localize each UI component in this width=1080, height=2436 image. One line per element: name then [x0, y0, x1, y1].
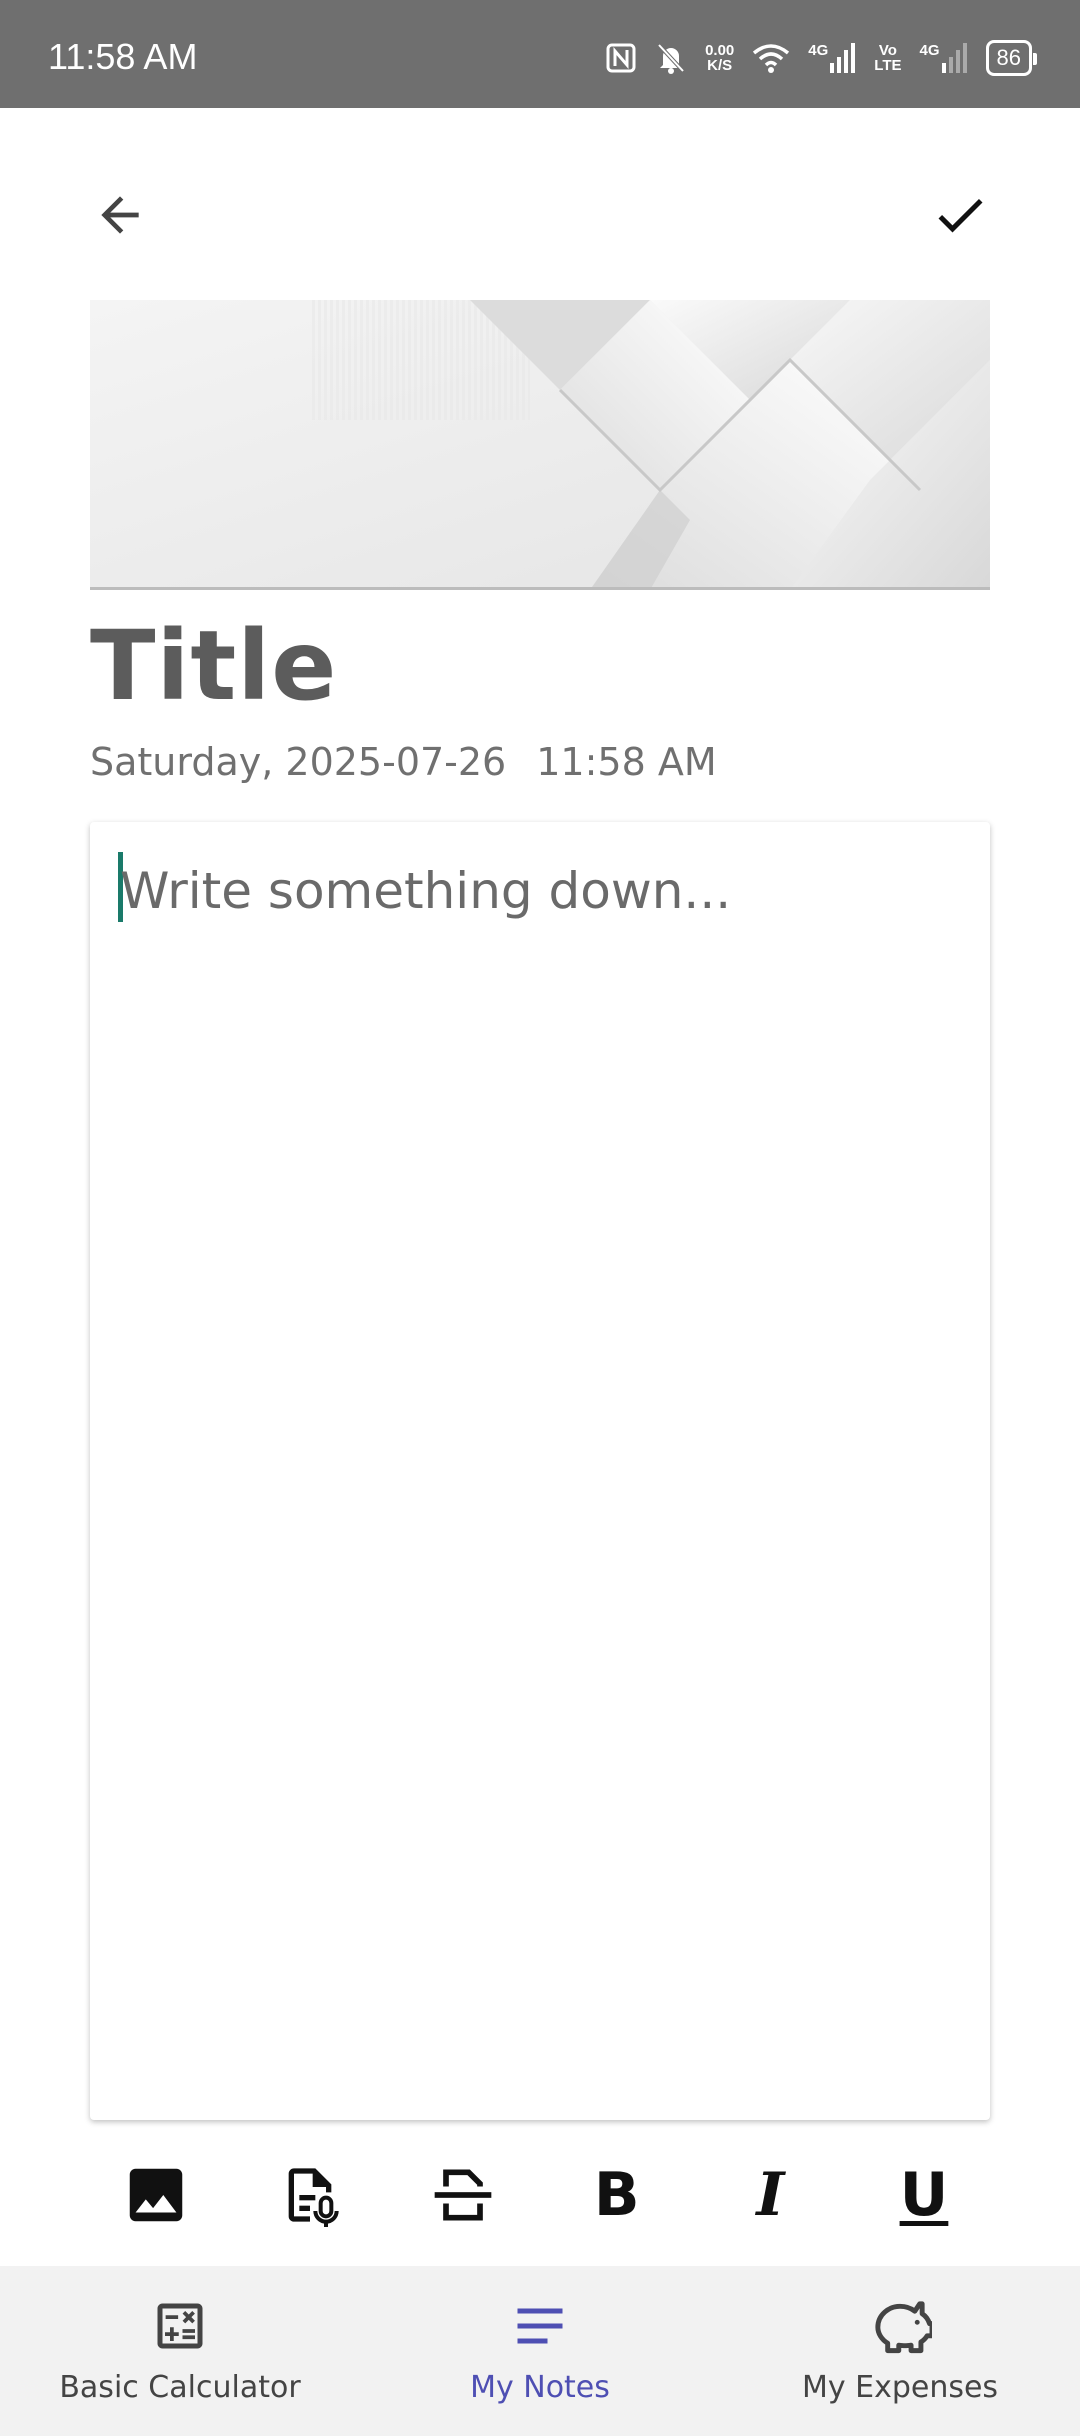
abstract-cover-graphic [90, 300, 990, 587]
note-body-placeholder: Write something down... [120, 862, 732, 920]
back-button[interactable] [80, 175, 160, 255]
italic-button[interactable]: I [734, 2159, 806, 2231]
nav-label-basic-calculator: Basic Calculator [59, 2370, 301, 2405]
signal-bars-weak-icon [941, 43, 967, 73]
signal-bars-icon [830, 43, 856, 73]
status-bar: 11:58 AM 0.00 K/S 4G Vo LTE 4G 86 [0, 0, 1080, 108]
formatting-toolbar: B I U [90, 2155, 990, 2235]
notes-icon [517, 2308, 563, 2344]
nav-label-my-expenses: My Expenses [801, 2370, 999, 2405]
nav-label-my-notes: My Notes [470, 2370, 610, 2405]
nfc-icon [605, 42, 637, 74]
calculator-icon [157, 2303, 203, 2349]
signal-sim2: 4G [920, 43, 968, 73]
note-body-editor[interactable]: Write something down... [90, 822, 990, 2120]
underline-icon: U [899, 2160, 949, 2230]
nav-basic-calculator[interactable]: Basic Calculator [0, 2266, 360, 2436]
note-cover-image[interactable] [90, 300, 990, 590]
save-check-button[interactable] [920, 175, 1000, 255]
piggy-bank-icon [875, 2301, 932, 2354]
image-icon [129, 2168, 183, 2222]
wifi-icon [752, 43, 790, 73]
sim2-label: 4G [919, 42, 940, 59]
volte-bottom: LTE [874, 57, 902, 74]
sim1-label: 4G [808, 42, 829, 59]
bold-button[interactable]: B [581, 2159, 653, 2231]
volte-top: Vo [878, 42, 897, 59]
nav-my-notes[interactable]: My Notes [360, 2266, 720, 2436]
bold-icon: B [593, 2160, 640, 2230]
volte-indicator: Vo LTE [874, 43, 901, 73]
arrow-left-icon [101, 196, 139, 234]
editor-top-bar [0, 160, 1080, 270]
note-timestamp: Saturday, 2025-07-26 11:58 AM [90, 740, 717, 784]
net-speed: 0.00 K/S [705, 43, 734, 73]
voice-to-text-button[interactable] [274, 2159, 346, 2231]
document-mic-icon [288, 2168, 339, 2227]
strikethrough-doc-icon [434, 2169, 492, 2221]
bottom-navigation: Basic Calculator My Notes My Expenses [0, 2266, 1080, 2436]
check-icon [938, 198, 983, 233]
underline-button[interactable]: U [888, 2159, 960, 2231]
insert-image-button[interactable] [120, 2159, 192, 2231]
signal-sim1: 4G [808, 43, 856, 73]
nav-my-expenses[interactable]: My Expenses [720, 2266, 1080, 2436]
net-speed-value: 0.00 [705, 42, 735, 59]
italic-icon: I [756, 2160, 785, 2230]
status-icons: 0.00 K/S 4G Vo LTE 4G 86 [605, 36, 1038, 80]
note-time: 11:58 AM [536, 740, 717, 784]
battery-indicator: 86 [985, 40, 1038, 76]
strikethrough-button[interactable] [427, 2159, 499, 2231]
net-speed-unit: K/S [707, 57, 733, 74]
note-title[interactable]: Title [90, 610, 337, 722]
mute-bell-icon [655, 41, 687, 75]
note-date: Saturday, 2025-07-26 [90, 740, 507, 784]
status-time: 11:58 AM [48, 36, 198, 77]
